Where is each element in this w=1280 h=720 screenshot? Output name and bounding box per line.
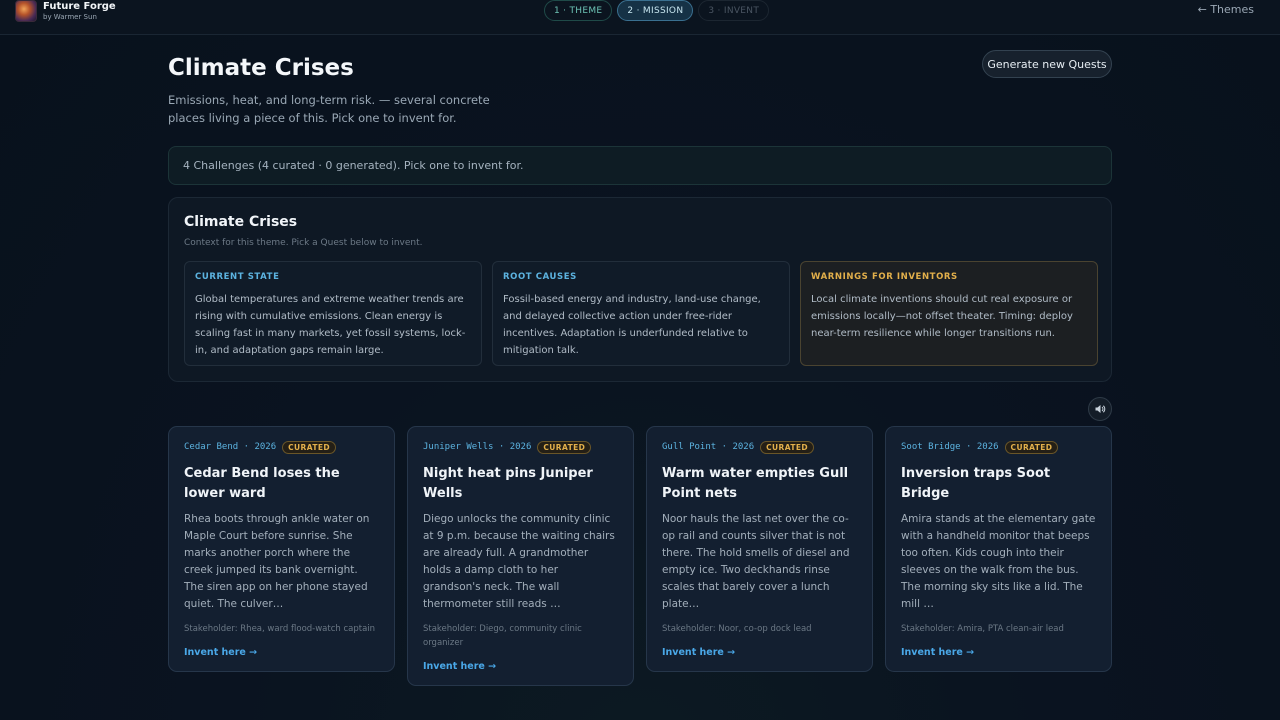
- back-to-themes-link[interactable]: ← Themes: [1198, 3, 1254, 16]
- quest-card[interactable]: Juniper Wells · 2026 CURATED Night heat …: [407, 426, 634, 686]
- top-bar: Future Forge by Warmer Sun 1 · THEME 2 ·…: [0, 0, 1280, 35]
- step-theme[interactable]: 1 · THEME: [544, 0, 613, 21]
- quest-location: Gull Point · 2026: [662, 442, 755, 452]
- invent-here-link[interactable]: Invent here →: [901, 647, 1096, 658]
- page-title: Climate Crises: [168, 55, 354, 81]
- current-state-card: CURRENT STATE Global temperatures and ex…: [184, 261, 482, 366]
- quest-card[interactable]: Cedar Bend · 2026 CURATED Cedar Bend los…: [168, 426, 395, 672]
- quest-stakeholder: Stakeholder: Rhea, ward flood-watch capt…: [184, 624, 376, 634]
- quest-location: Cedar Bend · 2026: [184, 442, 277, 452]
- quest-title: Inversion traps Soot Bridge: [901, 466, 1051, 501]
- brand-title: Future Forge: [43, 0, 116, 12]
- theme-context-panel: Climate Crises Context for this theme. P…: [168, 197, 1112, 382]
- generate-quests-button[interactable]: Generate new Quests: [982, 50, 1112, 78]
- quest-location: Juniper Wells · 2026: [423, 442, 532, 452]
- curated-badge: CURATED: [282, 440, 336, 454]
- current-state-label: CURRENT STATE: [195, 272, 280, 282]
- quest-stakeholder: Stakeholder: Amira, PTA clean-air lead: [901, 624, 1064, 634]
- brand-subtitle: by Warmer Sun: [43, 12, 97, 21]
- warnings-text: Local climate inventions should cut real…: [811, 294, 1073, 339]
- context-title: Climate Crises: [184, 214, 298, 230]
- curated-badge: CURATED: [537, 440, 592, 454]
- quest-stakeholder: Stakeholder: Diego, community clinic org…: [423, 624, 582, 648]
- warnings-label: WARNINGS FOR INVENTORS: [811, 272, 958, 282]
- quest-title: Night heat pins Juniper Wells: [423, 466, 593, 501]
- warnings-card: WARNINGS FOR INVENTORS Local climate inv…: [800, 261, 1098, 366]
- root-causes-label: ROOT CAUSES: [503, 272, 577, 282]
- challenge-count-bar: 4 Challenges (4 curated · 0 generated). …: [168, 146, 1112, 185]
- quest-title: Warm water empties Gull Point nets: [662, 466, 849, 501]
- context-subtitle: Context for this theme. Pick a Quest bel…: [184, 238, 423, 248]
- invent-here-link[interactable]: Invent here →: [184, 647, 379, 658]
- curated-badge: CURATED: [1004, 440, 1059, 454]
- curated-badge: CURATED: [760, 440, 814, 454]
- invent-here-link[interactable]: Invent here →: [423, 661, 618, 672]
- current-state-text: Global temperatures and extreme weather …: [195, 294, 466, 356]
- quest-stakeholder: Stakeholder: Noor, co-op dock lead: [662, 624, 812, 634]
- quest-body: Noor hauls the last net over the co-op r…: [662, 513, 850, 610]
- invent-here-link[interactable]: Invent here →: [662, 647, 857, 658]
- page-description: Emissions, heat, and long-term risk. — s…: [168, 93, 490, 125]
- sound-toggle-button[interactable]: [1088, 397, 1112, 421]
- brand[interactable]: Future Forge by Warmer Sun: [15, 0, 116, 22]
- quest-body: Diego unlocks the community clinic at 9 …: [423, 513, 615, 610]
- quest-card[interactable]: Gull Point · 2026 CURATED Warm water emp…: [646, 426, 873, 672]
- speaker-icon: [1095, 405, 1106, 413]
- quest-title: Cedar Bend loses the lower ward: [184, 466, 340, 501]
- step-invent[interactable]: 3 · INVENT: [698, 0, 770, 21]
- root-causes-text: Fossil-based energy and industry, land-u…: [503, 294, 761, 356]
- root-causes-card: ROOT CAUSES Fossil-based energy and indu…: [492, 261, 790, 366]
- step-mission[interactable]: 2 · MISSION: [617, 0, 694, 21]
- brand-logo: [15, 0, 37, 22]
- quest-body: Amira stands at the elementary gate with…: [901, 513, 1096, 610]
- quest-location: Soot Bridge · 2026: [901, 442, 999, 452]
- quest-card[interactable]: Soot Bridge · 2026 CURATED Inversion tra…: [885, 426, 1112, 672]
- step-indicator: 1 · THEME 2 · MISSION 3 · INVENT: [544, 0, 770, 21]
- quest-body: Rhea boots through ankle water on Maple …: [184, 513, 370, 610]
